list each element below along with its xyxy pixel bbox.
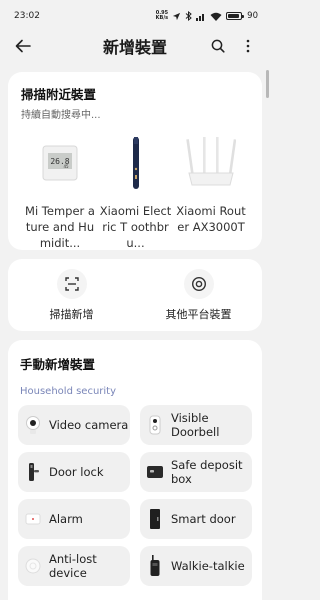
scrollbar-thumb[interactable] [266,70,269,98]
status-icons: 0.95 KB/s 90 [155,9,258,22]
scan-nearby-card: 掃描附近裝置 持續自動搜尋中... 26.8 45 Mi Temper atur… [8,72,262,250]
device-tile-label: Walkie-talkie [171,559,245,573]
alarm-icon [24,508,42,530]
app-header: 新增裝置 [0,32,270,60]
battery-indicator: 90 [226,11,258,21]
router-icon [174,135,248,191]
smart-door-icon [146,508,164,530]
device-tile-label: Safe deposit box [171,458,243,486]
device-tile-smart-door[interactable]: Smart door [140,499,252,539]
device-tile-door-lock[interactable]: Door lock [18,452,130,492]
camera-icon [24,414,42,436]
nearby-devices-list: 26.8 45 Mi Temper ature and Humidit... X… [21,135,250,251]
svg-text:45: 45 [63,164,69,169]
network-speed: 0.95 KB/s [155,9,169,21]
scan-title: 掃描附近裝置 [21,87,97,102]
device-tile-label: Smart door [171,512,236,526]
device-tile-walkie-talkie[interactable]: Walkie-talkie [140,546,252,586]
arrow-left-icon [15,39,31,53]
toothbrush-icon [99,135,173,191]
scan-to-add-label: 掃描新增 [49,307,94,321]
bluetooth-icon [185,11,192,21]
device-category-grid: Video camera Visible Doorbell Door lock … [18,405,252,586]
signal-icon [196,13,205,21]
device-tile-visible-doorbell[interactable]: Visible Doorbell [140,405,252,445]
wifi-icon [210,12,222,21]
device-tile-label: Anti-lost device [49,552,97,580]
device-tile-label: Door lock [49,465,104,479]
device-tile-video-camera[interactable]: Video camera [18,405,130,445]
scan-to-add-button[interactable]: 掃描新增 [8,259,135,331]
nearby-device-name: Mi Temper ature and Humidit... [25,204,95,250]
search-icon [211,39,225,53]
more-vertical-icon [246,39,250,53]
device-tile-label: Visible Doorbell [171,411,220,439]
search-button[interactable] [208,36,228,56]
scan-subtitle: 持續自動搜尋中... [21,110,101,121]
device-tile-label: Alarm [49,512,83,526]
device-tile-anti-lost-device[interactable]: Anti-lost device [18,546,130,586]
doorbell-icon [146,414,164,436]
more-options-button[interactable] [238,36,258,56]
nearby-device-name: Xiaomi Electric T oothbru... [99,204,172,250]
tracker-icon [24,555,42,577]
door-lock-icon [24,461,42,483]
nearby-device-toothbrush[interactable]: Xiaomi Electric T oothbru... [99,135,173,251]
battery-percent: 90 [247,11,258,21]
battery-icon [226,12,245,20]
safe-box-icon [146,461,164,483]
status-bar: 23:02 0.95 KB/s 90 [0,0,270,32]
walkie-talkie-icon [146,555,164,577]
manual-add-title: 手動新增裝置 [20,357,96,372]
device-tile-safe-deposit-box[interactable]: Safe deposit box [140,452,252,492]
device-tile-alarm[interactable]: Alarm [18,499,130,539]
nearby-device-name: Xiaomi Router AX3000T [176,204,246,234]
manual-add-card: 手動新增裝置 Household security Video camera V… [8,340,262,600]
category-label: Household security [20,386,117,397]
add-methods-card: 掃描新增 其他平台裝置 [8,259,262,331]
device-tile-label: Video camera [49,418,129,432]
location-arrow-icon [173,12,181,20]
thermometer-display-icon: 26.8 45 [23,135,97,191]
target-icon [183,268,214,299]
back-button[interactable] [12,35,34,57]
status-time: 23:02 [14,11,40,21]
battery-fill [228,14,239,18]
scan-icon [56,268,87,299]
other-platform-button[interactable]: 其他平台裝置 [135,259,262,331]
nearby-device-thermometer[interactable]: 26.8 45 Mi Temper ature and Humidit... [23,135,97,251]
nearby-device-router[interactable]: Xiaomi Router AX3000T [174,135,248,251]
other-platform-label: 其他平台裝置 [165,307,232,321]
